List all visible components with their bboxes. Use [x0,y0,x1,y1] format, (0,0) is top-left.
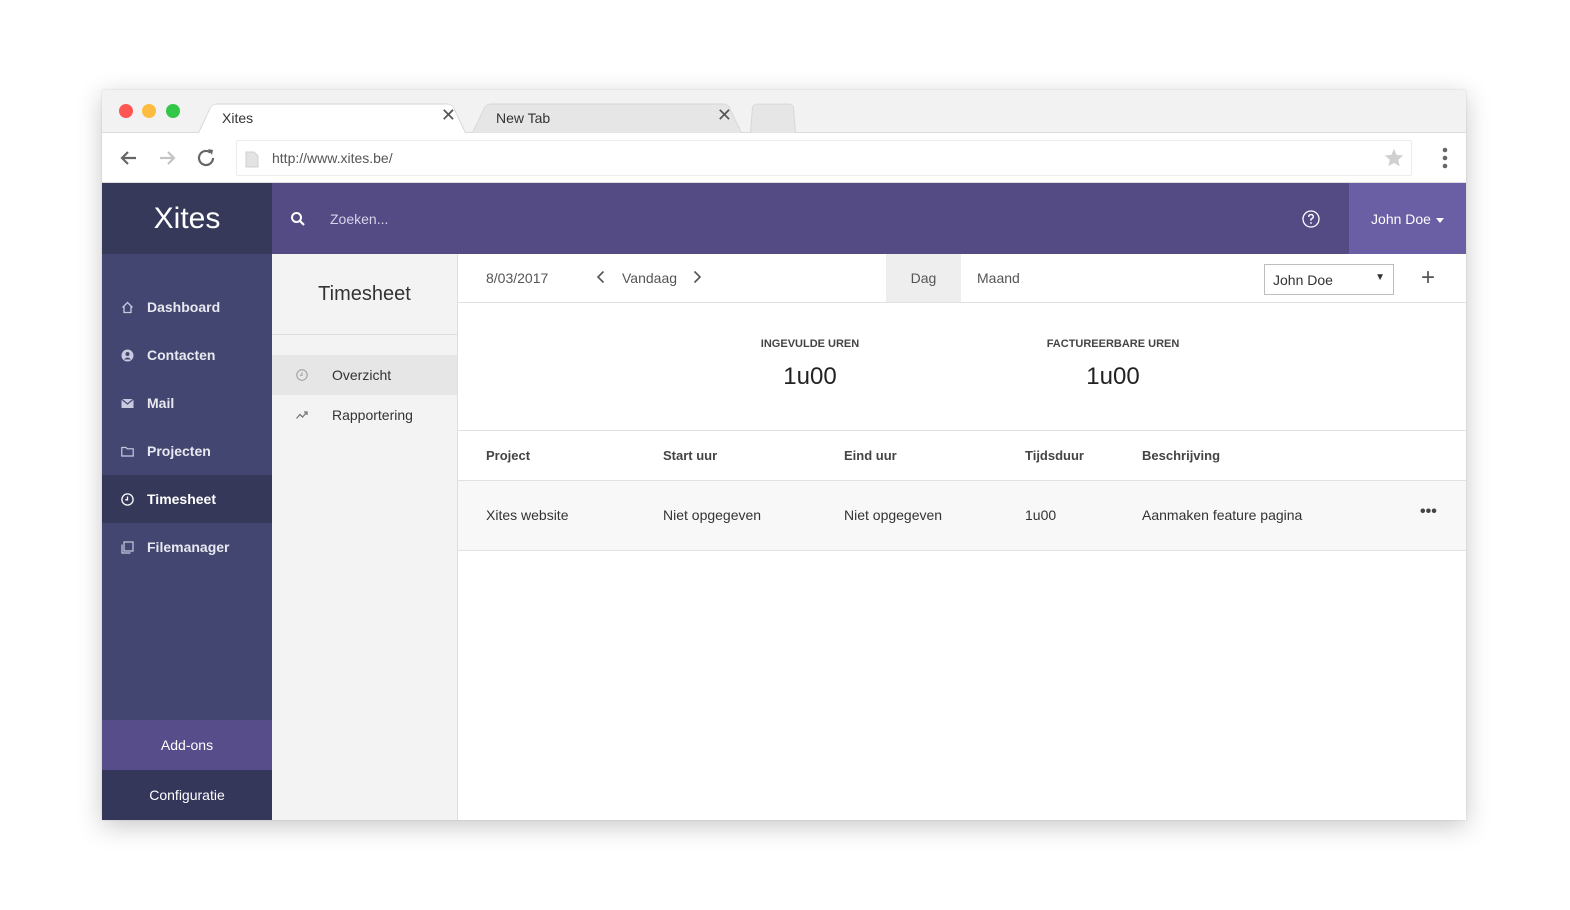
sidebar-item-label: Contacten [147,347,216,363]
stat-label: INGEVULDE UREN [760,338,860,350]
subnav-item-overzicht[interactable]: Overzicht [272,355,457,395]
stat-value: 1u00 [1086,363,1140,390]
close-tab-icon[interactable]: ✕ [717,106,732,124]
search-icon[interactable] [290,211,306,227]
sidebar-item-label: Mail [147,395,175,411]
forward-arrow-icon[interactable] [154,145,180,171]
cell-end: Niet opgegeven [844,507,943,523]
stat-billable-hours: FACTUREERBARE UREN 1u00 [1013,338,1213,391]
timesheet-table: Project Start uur Eind uur Tijdsduur Bes… [458,430,1466,551]
top-bar: John Doe [272,183,1466,254]
search-input[interactable] [330,205,930,233]
bookmark-star-icon[interactable] [1383,147,1405,169]
clock-icon [296,369,308,381]
current-date[interactable]: 8/03/2017 [486,270,548,286]
add-entry-button[interactable]: + [1421,264,1435,292]
contact-icon [121,349,134,361]
sidebar-item-label: Timesheet [147,491,216,507]
page-title: Timesheet [272,254,457,335]
minimize-window-button[interactable] [142,104,156,118]
cell-duration: 1u00 [1025,507,1057,523]
addons-button[interactable]: Add-ons [102,720,272,770]
column-header-end: Eind uur [844,448,897,463]
configuration-button[interactable]: Configuratie [102,770,272,820]
column-header-duration: Tijdsduur [1025,448,1084,463]
sidebar-item-label: Dashboard [147,299,221,315]
chevron-left-icon[interactable] [595,269,607,285]
column-header-start: Start uur [663,448,718,463]
app: Xites Dashboard Contacten Mail Projecten… [102,183,1466,820]
files-icon [121,540,134,554]
table-header: Project Start uur Eind uur Tijdsduur Bes… [458,430,1466,481]
trend-icon [296,411,308,419]
table-row[interactable]: Xites website Niet opgegeven Niet opgege… [458,481,1466,551]
close-tab-icon[interactable]: ✕ [441,106,456,124]
main-content: 8/03/2017 Vandaag Dag Maand John Doe ▼ +… [458,254,1466,820]
chevron-down-icon [1435,217,1444,223]
stat-filled-hours: INGEVULDE UREN 1u00 [710,338,910,391]
browser-window: Xites ✕ New Tab ✕ http://www.xites.be/ X… [102,90,1466,820]
sidebar-item-label: Filemanager [147,539,230,555]
column-header-project: Project [486,448,531,463]
subnav-item-rapportering[interactable]: Rapportering [272,395,457,435]
chevron-right-icon[interactable] [691,269,703,285]
brand-logo[interactable]: Xites [102,183,272,254]
tab-new-tab[interactable]: New Tab ✕ [472,100,742,133]
sidebar-item-contacten[interactable]: Contacten [102,331,272,379]
column-header-description: Beschrijving [1142,448,1221,463]
sidebar-item-projecten[interactable]: Projecten [102,427,272,475]
cell-project: Xites website [486,507,569,523]
stat-value: 1u00 [783,363,837,390]
page-icon [245,151,259,168]
sidebar: Xites Dashboard Contacten Mail Projecten… [102,183,272,820]
address-bar: http://www.xites.be/ [102,133,1466,183]
url-bar[interactable]: http://www.xites.be/ [236,140,1412,176]
sidebar-item-label: Projecten [147,443,211,459]
view-day-button[interactable]: Dag [886,254,961,302]
tab-title: Xites [222,110,254,126]
stat-label: FACTUREERBARE UREN [1046,338,1180,350]
folder-icon [121,446,134,457]
home-icon [122,301,133,313]
tab-xites[interactable]: Xites ✕ [198,100,466,133]
sub-navigation: Timesheet Overzicht Rapportering [272,254,458,820]
user-select-value: John Doe [1273,272,1333,288]
tab-title: New Tab [496,110,551,126]
more-options-icon[interactable]: ••• [1420,503,1437,521]
reload-icon[interactable] [193,145,219,171]
sidebar-item-filemanager[interactable]: Filemanager [102,523,272,571]
date-toolbar: 8/03/2017 Vandaag Dag Maand John Doe ▼ + [458,254,1466,303]
dropdown-arrow-icon: ▼ [1375,272,1385,283]
user-select[interactable]: John Doe ▼ [1264,264,1394,295]
user-menu[interactable]: John Doe [1349,183,1466,254]
subnav-item-label: Rapportering [332,407,413,423]
cell-start: Niet opgegeven [663,507,762,523]
sidebar-item-timesheet[interactable]: Timesheet [102,475,272,523]
url-text: http://www.xites.be/ [272,150,393,166]
sidebar-item-dashboard[interactable]: Dashboard [102,283,272,331]
help-icon[interactable] [1302,210,1320,228]
browser-menu-icon[interactable] [1442,147,1448,169]
clock-icon [121,492,134,506]
mail-icon [121,398,134,408]
maximize-window-button[interactable] [166,104,180,118]
close-window-button[interactable] [119,104,133,118]
new-tab-button[interactable] [750,100,796,133]
view-month-button[interactable]: Maand [977,254,1020,302]
cell-description: Aanmaken feature pagina [1142,507,1303,523]
sidebar-item-mail[interactable]: Mail [102,379,272,427]
back-arrow-icon[interactable] [116,145,142,171]
tab-bar: Xites ✕ New Tab ✕ [102,90,1466,133]
user-name: John Doe [1371,210,1431,227]
subnav-item-label: Overzicht [332,367,392,383]
today-button[interactable]: Vandaag [622,270,677,286]
